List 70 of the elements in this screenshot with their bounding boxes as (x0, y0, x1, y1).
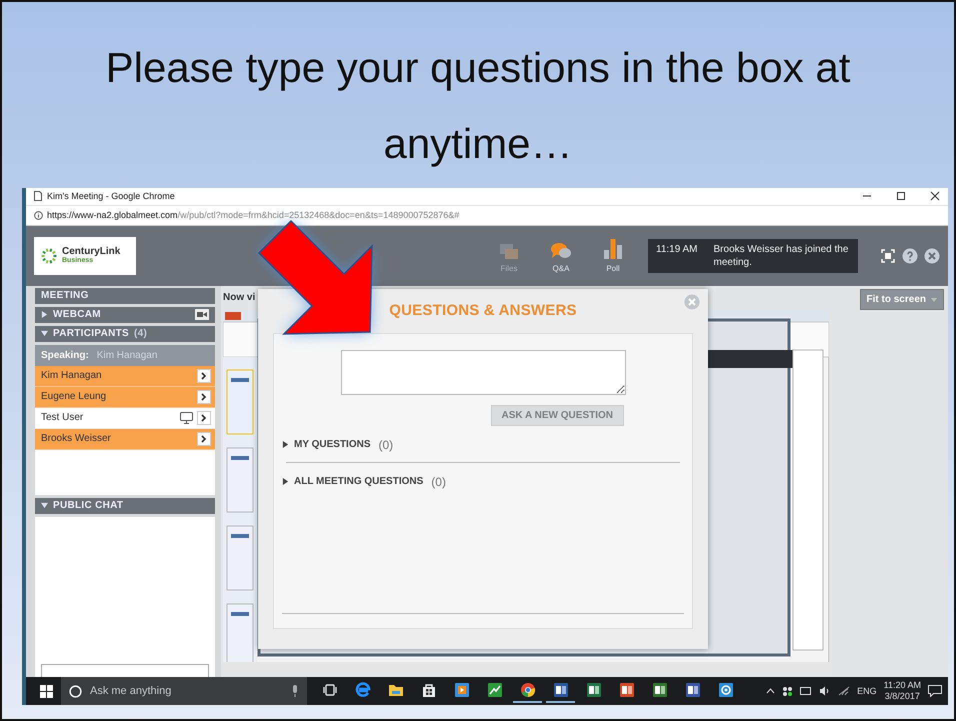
section-toggle[interactable]: MY QUESTIONS (0) (282, 426, 684, 462)
network-dots-icon[interactable] (782, 686, 794, 696)
slide-title: Please type your questions in the box at anytime… (104, 43, 852, 169)
viewing-label: Now vi (223, 292, 256, 304)
speaking-bar: Speaking: Kim Hanagan (35, 344, 215, 366)
slides-app-icon[interactable] (618, 682, 634, 698)
microphone-icon[interactable] (291, 685, 299, 697)
expanded-triangle-icon (41, 330, 48, 338)
document-app-icon[interactable] (552, 682, 568, 698)
notification-message: Brooks Weisser has joined the meeting. (714, 242, 850, 269)
chevron-button[interactable] (197, 368, 211, 383)
participant-row[interactable]: Kim Hanagan (35, 366, 215, 387)
section-header: MEETING (35, 288, 215, 304)
chevron-icon (201, 392, 207, 401)
section-header[interactable]: WEBCAM (35, 306, 215, 323)
fullscreen-icon[interactable] (880, 248, 896, 264)
caret-up-icon[interactable] (766, 688, 776, 694)
collapsed-triangle-icon (282, 441, 289, 448)
search-field[interactable]: Ask me anything (61, 677, 307, 705)
chat-bubbles-icon (550, 242, 572, 260)
collapsed-triangle-icon (41, 311, 48, 318)
wifi-icon[interactable] (838, 686, 850, 696)
notification-time: 11:19 AM (656, 242, 698, 256)
language-indicator[interactable]: ENG (857, 686, 877, 696)
help-icon[interactable] (902, 248, 918, 264)
diagram-app-icon[interactable] (684, 682, 700, 698)
round-logo-icon[interactable] (520, 682, 536, 698)
participant-row[interactable]: Eugene Leung (35, 386, 215, 408)
search-input[interactable]: Ask me anything (88, 684, 285, 698)
clock[interactable]: 11:20 AM 3/8/2017 (884, 680, 921, 702)
battery-icon[interactable] (800, 687, 812, 695)
chevron-button[interactable] (197, 432, 211, 446)
maximize-icon[interactable] (896, 191, 906, 202)
chevron-icon (201, 414, 207, 422)
folder-icon[interactable] (388, 682, 404, 698)
expanded-triangle-icon (41, 502, 48, 510)
chevron-icon (201, 434, 207, 443)
play-app-icon[interactable] (454, 682, 470, 698)
chevron-icon (201, 372, 207, 380)
video-camera-icon[interactable] (195, 309, 209, 320)
address-bar[interactable]: https://www-na2.globalmeet.com/w/pub/ctl?mode=frm&hcid=25132468&doc=en&ts=1489000752876&# (47, 210, 460, 220)
files-icon (498, 242, 520, 260)
chevron-button[interactable] (197, 410, 211, 425)
section-header[interactable]: PUBLIC CHAT (35, 498, 215, 514)
section-toggle[interactable]: ALL MEETING QUESTIONS (0) (282, 462, 684, 499)
planner-app-icon[interactable] (652, 682, 668, 698)
page-icon (34, 191, 42, 202)
camera-app-icon[interactable] (718, 682, 734, 698)
toolbar-button[interactable]: Q&A (544, 242, 578, 274)
shopping-bag-icon[interactable] (420, 682, 436, 698)
question-field[interactable] (341, 350, 626, 395)
browser-app-icon[interactable] (354, 682, 370, 698)
task-view-icon[interactable] (322, 682, 338, 698)
bar-chart-icon (602, 238, 624, 260)
collapsed-triangle-icon (282, 478, 289, 486)
window-title: Kim's Meeting - Google Chrome (47, 191, 175, 202)
fit-to-screen-button[interactable]: Fit to screen (860, 289, 944, 310)
circle-icon (69, 684, 82, 698)
toolbar-button[interactable]: Poll (596, 238, 630, 274)
trend-app-icon[interactable] (486, 682, 502, 698)
dialog-title: QUESTIONS & ANSWERS (389, 302, 577, 320)
notification-icon[interactable] (928, 685, 942, 697)
info-icon[interactable] (34, 210, 43, 220)
chat-input[interactable] (41, 664, 209, 677)
spreadsheet-app-icon[interactable] (586, 682, 602, 698)
close-icon[interactable] (930, 191, 940, 202)
chevron-button[interactable] (197, 390, 211, 404)
participant-row[interactable]: Brooks Weisser (35, 428, 215, 450)
caret-down-icon (931, 298, 937, 302)
section-header[interactable]: PARTICIPANTS (4) (35, 326, 215, 342)
